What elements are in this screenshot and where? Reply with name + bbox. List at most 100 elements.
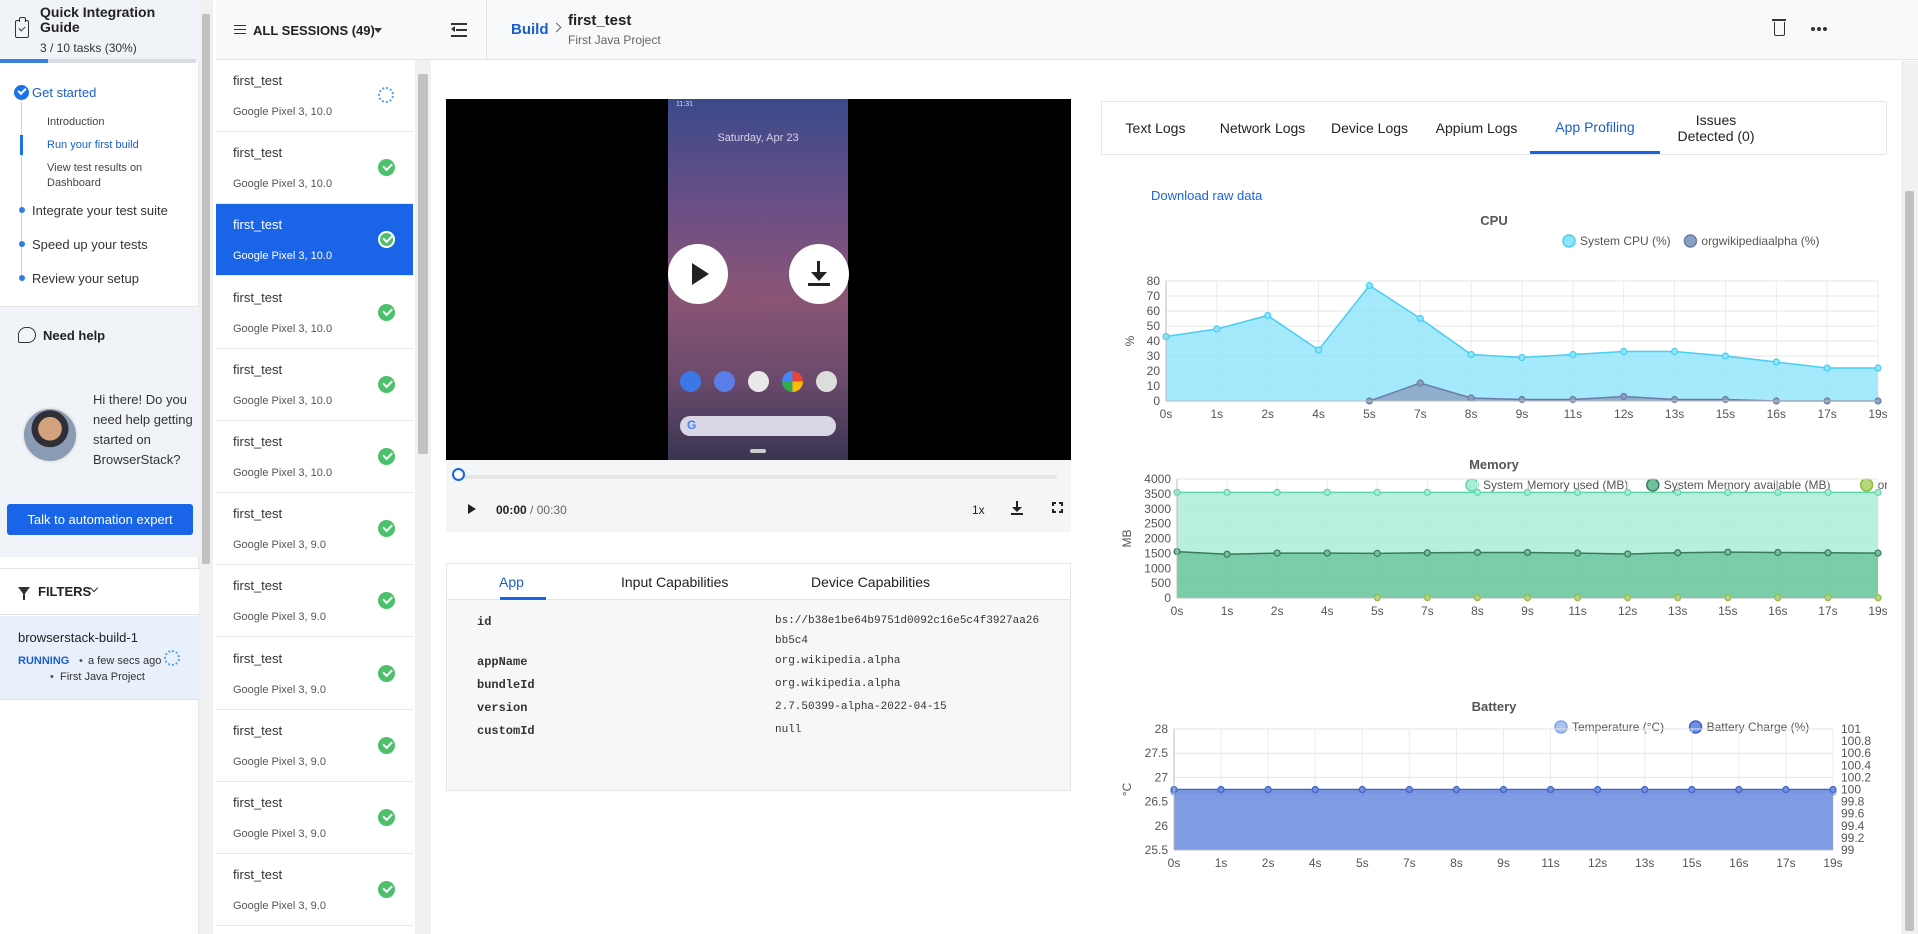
y-tick-label: 1000: [1144, 561, 1171, 575]
session-item[interactable]: first_test Google Pixel 3, 10.0: [216, 421, 413, 493]
session-item[interactable]: first_test Google Pixel 3, 10.0: [216, 60, 413, 132]
build-card[interactable]: browserstack-build-1 RUNNING • a few sec…: [0, 616, 199, 700]
legend-swatch: [1554, 720, 1568, 734]
session-item[interactable]: first_test Google Pixel 3, 10.0: [216, 277, 413, 349]
tab-issues-detected[interactable]: Issues Detected (0): [1660, 102, 1772, 154]
session-device: Google Pixel 3, 9.0: [233, 539, 326, 552]
data-point: [1213, 325, 1221, 333]
talk-to-expert-button[interactable]: Talk to automation expert: [7, 504, 193, 535]
main-scrollbar-thumb[interactable]: [1905, 191, 1914, 931]
substep-run-first-build[interactable]: Run your first build: [47, 138, 187, 153]
data-point: [1573, 488, 1582, 496]
x-tick-label: 13s: [1665, 407, 1684, 421]
step-get-started[interactable]: Get started: [32, 85, 96, 100]
session-item[interactable]: first_test Google Pixel 3, 9.0: [216, 854, 413, 927]
x-tick-label: 9s: [1521, 604, 1534, 618]
data-point: [1273, 488, 1281, 496]
y-right-tick-label: 100.4: [1841, 758, 1871, 772]
x-tick-label: 4s: [1321, 604, 1334, 618]
tab-text-logs[interactable]: Text Logs: [1102, 102, 1209, 154]
session-item[interactable]: first_test Google Pixel 3, 9.0: [216, 782, 413, 854]
step-integrate[interactable]: Integrate your test suite: [32, 203, 168, 218]
y-tick-label: 1500: [1144, 546, 1171, 560]
session-item[interactable]: first_test Google Pixel 3, 9.0: [216, 638, 413, 710]
substep-view-results[interactable]: View test results on Dashboard: [47, 161, 187, 191]
data-point: [1473, 488, 1482, 496]
session-device: Google Pixel 3, 10.0: [233, 106, 333, 118]
session-device: Google Pixel 3, 10.0: [233, 322, 333, 335]
collapse-icon-arrow: [451, 26, 455, 32]
playback-speed[interactable]: 1x: [972, 503, 985, 517]
session-device: Google Pixel 3, 10.0: [233, 467, 333, 479]
fullscreen-icon[interactable]: [1051, 501, 1064, 514]
session-item[interactable]: first_test Google Pixel 3, 9.0: [216, 493, 413, 566]
data-point: [1423, 488, 1431, 496]
play-small-icon[interactable]: [468, 504, 476, 514]
breadcrumb-build-link[interactable]: Build: [511, 21, 549, 38]
tab-device-capabilities[interactable]: Device Capabilities: [811, 574, 930, 590]
trash-icon[interactable]: [1772, 19, 1786, 36]
collapse-sidebar-button[interactable]: [431, 0, 487, 60]
x-tick-label: 13s: [1635, 856, 1654, 870]
download-video-icon[interactable]: [789, 244, 849, 304]
x-tick-label: 12s: [1618, 604, 1637, 618]
integration-guide-panel: Quick Integration Guide 3 / 10 tasks (30…: [0, 0, 199, 934]
sessions-header[interactable]: ALL SESSIONS (49): [216, 0, 431, 60]
main-scrollbar[interactable]: [1901, 61, 1918, 934]
video-player[interactable]: 11:31 Saturday, Apr 23: [446, 99, 1071, 460]
session-device: Google Pixel 3, 9.0: [233, 828, 326, 840]
data-point: [1670, 347, 1679, 356]
session-name: first_test: [233, 73, 283, 88]
tab-app-profiling[interactable]: App Profiling: [1530, 102, 1660, 154]
session-name: first_test: [233, 867, 283, 883]
data-point: [1620, 392, 1628, 401]
session-item[interactable]: first_test Google Pixel 3, 10.0: [216, 349, 413, 421]
guide-scrollbar-thumb[interactable]: [202, 14, 210, 564]
x-tick-label: 2s: [1262, 856, 1275, 870]
passed-check-icon: [378, 809, 395, 826]
download-raw-data-link[interactable]: Download raw data: [1151, 188, 1262, 203]
session-item[interactable]: first_test Google Pixel 3, 10.0: [216, 204, 413, 277]
seek-handle[interactable]: [452, 468, 465, 481]
substep-introduction[interactable]: Introduction: [47, 115, 187, 130]
x-tick-label: 4s: [1312, 407, 1325, 421]
video-seek-bar[interactable]: [460, 475, 1057, 479]
session-item[interactable]: first_test Google Pixel 3, 9.0: [216, 565, 413, 638]
data-point: [1824, 549, 1832, 557]
x-tick-label: 11s: [1541, 856, 1559, 870]
sessions-scrollbar-thumb[interactable]: [418, 74, 428, 454]
x-tick-label: 15s: [1682, 856, 1701, 870]
guide-scrollbar[interactable]: [199, 0, 213, 934]
session-item[interactable]: first_test Google Pixel 3, 9.0: [216, 710, 413, 782]
filters-toggle[interactable]: FILTERS: [0, 568, 199, 615]
data-point: [1774, 548, 1782, 557]
y-right-tick-label: 99.6: [1841, 807, 1865, 821]
download-icon[interactable]: [1011, 500, 1025, 516]
phone-nav-pill: [750, 449, 766, 453]
session-device: Google Pixel 3, 9.0: [233, 683, 326, 696]
step-review[interactable]: Review your setup: [32, 271, 139, 286]
bullet-separator: •: [50, 671, 54, 683]
tab-network-logs[interactable]: Network Logs: [1209, 102, 1316, 154]
x-tick-label: 2s: [1271, 604, 1284, 618]
data-point: [1674, 549, 1682, 557]
data-point: [1518, 395, 1526, 404]
y-tick-label: 27: [1155, 770, 1169, 784]
list-icon: [234, 25, 246, 34]
tab-appium-logs[interactable]: Appium Logs: [1423, 102, 1530, 154]
capability-key: bundleId: [477, 678, 535, 692]
guide-header[interactable]: Quick Integration Guide 3 / 10 tasks (30…: [0, 0, 199, 63]
x-tick-label: 7s: [1414, 407, 1427, 421]
data-point: [1223, 550, 1231, 558]
tab-app[interactable]: App: [499, 574, 524, 590]
more-options-icon[interactable]: [1811, 27, 1827, 31]
phone-search-bar: [680, 416, 836, 436]
sessions-scrollbar[interactable]: [415, 60, 431, 934]
tab-input-capabilities[interactable]: Input Capabilities: [621, 574, 728, 590]
step-speed-up[interactable]: Speed up your tests: [32, 237, 148, 252]
tab-device-logs[interactable]: Device Logs: [1316, 102, 1423, 154]
data-point: [1735, 785, 1743, 794]
session-item[interactable]: first_test Google Pixel 3, 10.0: [216, 132, 413, 205]
x-tick-label: 19s: [1868, 604, 1887, 618]
play-icon[interactable]: [668, 244, 728, 304]
